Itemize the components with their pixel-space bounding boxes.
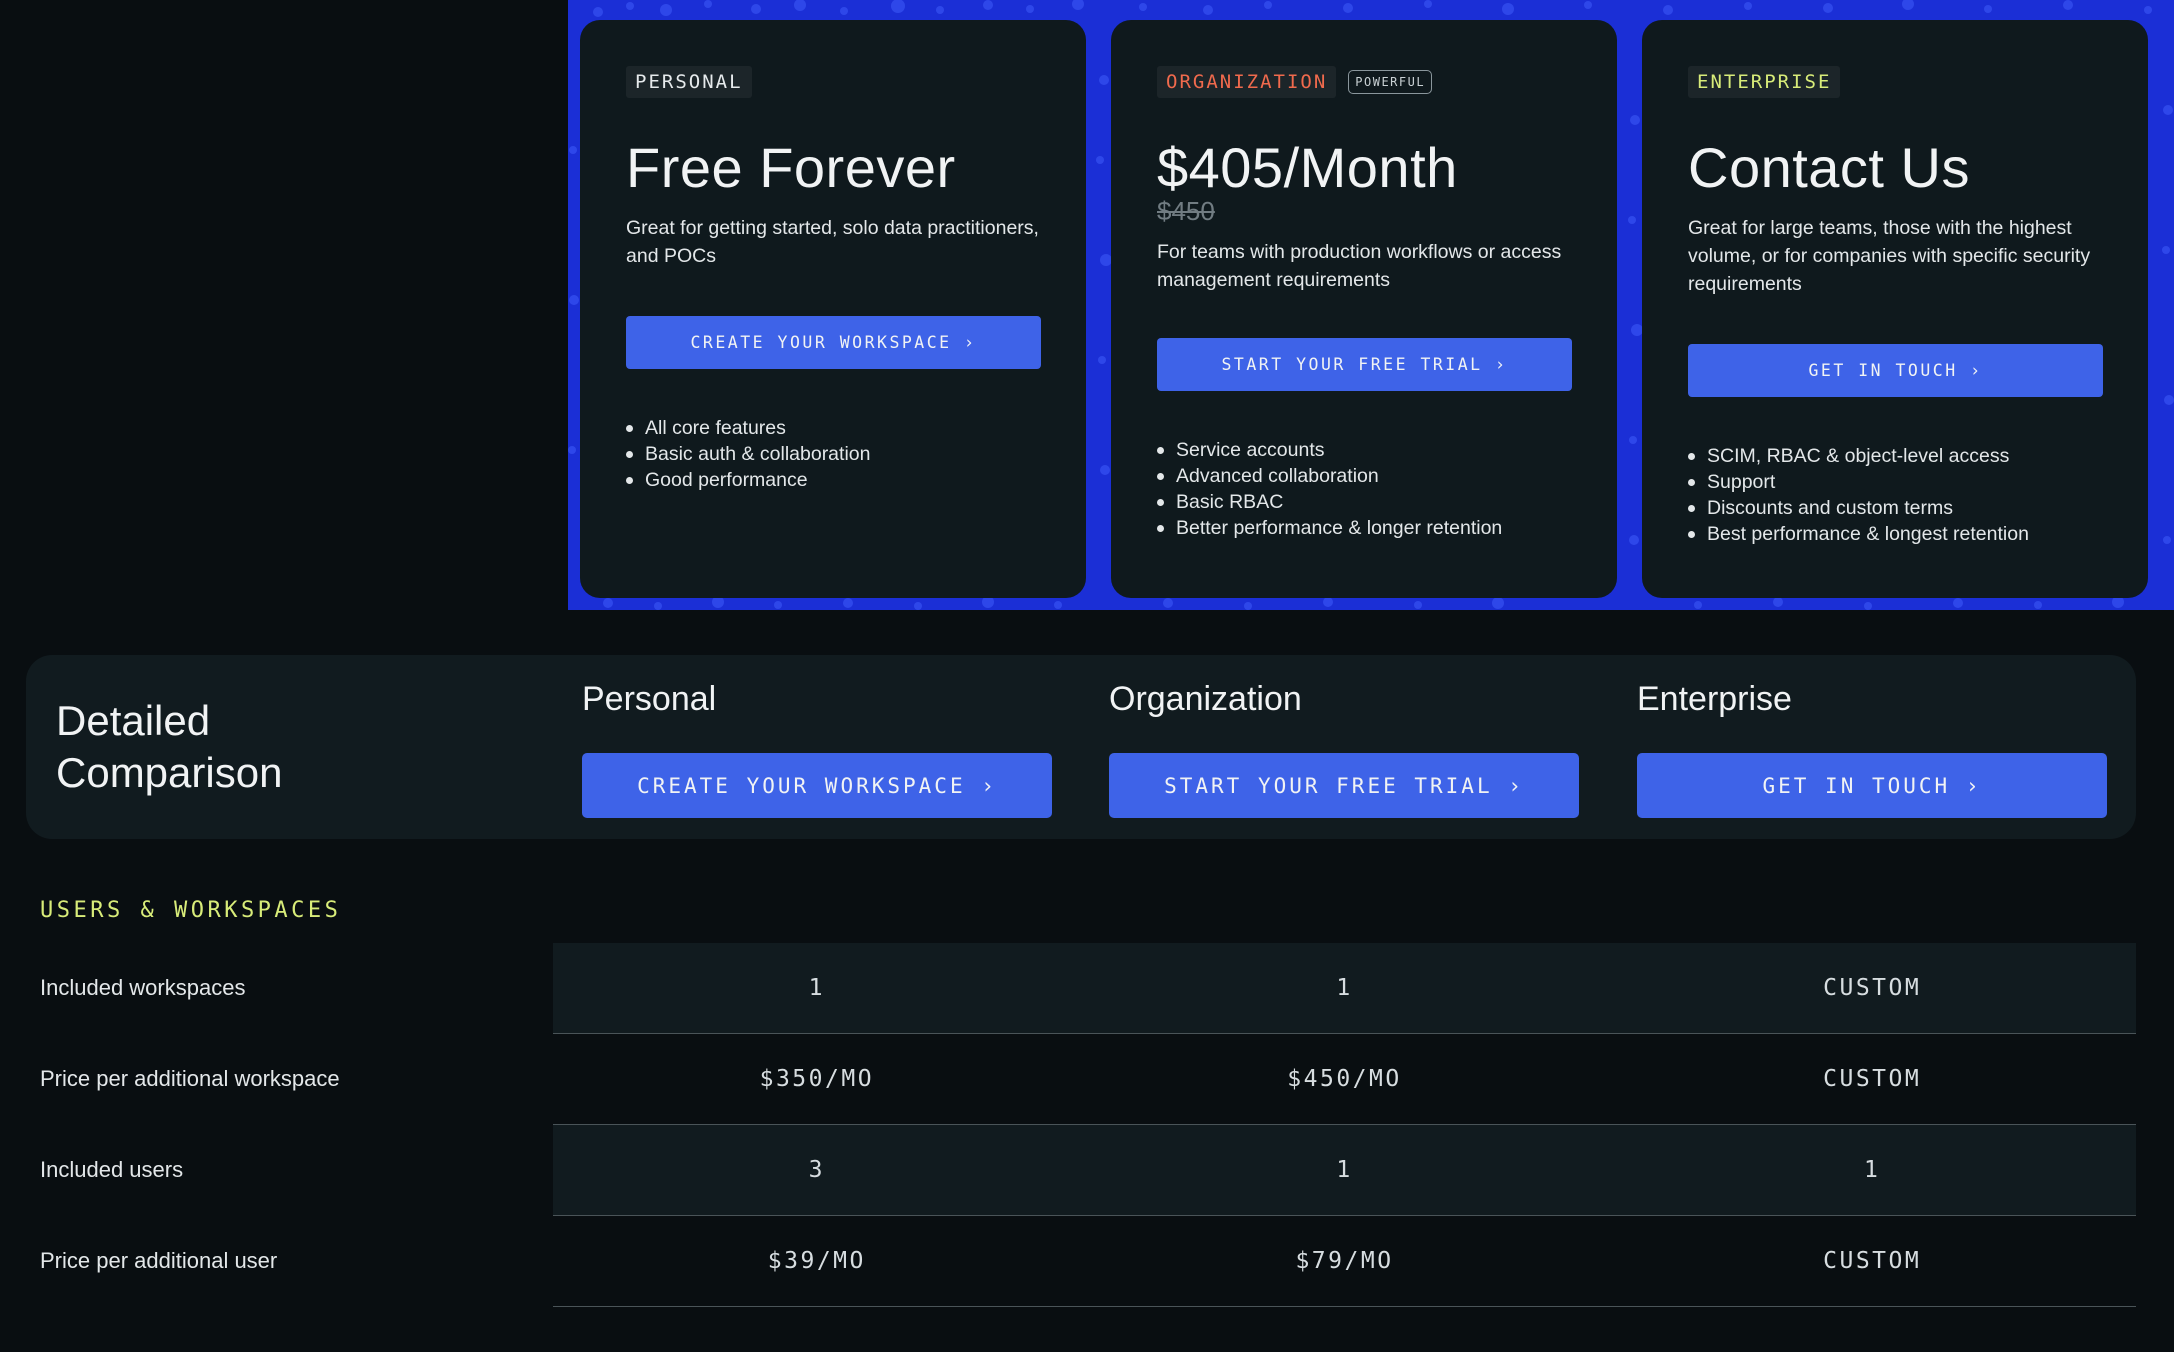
table-cell: 1 [1336, 975, 1353, 1001]
row-label: Included users [40, 1157, 184, 1182]
plan-price-title: $405/Month [1157, 136, 1458, 199]
comparison-title: Detailed Comparison [56, 697, 283, 796]
table-row: Included users 3 1 1 [0, 1125, 2174, 1216]
table-cell: $350/MO [759, 1066, 875, 1092]
feature-item: Discounts and custom terms [1688, 495, 2102, 521]
pricing-banner: PERSONAL Free Forever Great for getting … [568, 0, 2174, 610]
start-free-trial-button[interactable]: START YOUR FREE TRIAL › [1157, 338, 1572, 391]
plan-description: For teams with production workflows or a… [1157, 241, 1562, 291]
plan-description: Great for large teams, those with the hi… [1688, 217, 2091, 295]
plan-price-title: Contact Us [1688, 136, 1970, 199]
comparison-column-personal: Personal CREATE YOUR WORKSPACE › [582, 677, 1052, 818]
comparison-column-organization: Organization START YOUR FREE TRIAL › [1109, 677, 1579, 818]
row-label: Price per additional user [40, 1248, 278, 1273]
table-cell: CUSTOM [1823, 1248, 1922, 1274]
section-heading-users-workspaces: USERS & WORKSPACES [40, 898, 342, 923]
table-cell: CUSTOM [1823, 975, 1922, 1001]
comparison-plan-name: Personal [582, 680, 717, 718]
plan-tag-organization: ORGANIZATION [1157, 66, 1337, 98]
plan-description: Great for getting started, solo data pra… [626, 217, 1039, 267]
comparison-column-enterprise: Enterprise GET IN TOUCH › [1637, 677, 2107, 818]
feature-item: Service accounts [1157, 437, 1571, 463]
row-label: Included workspaces [40, 975, 246, 1000]
feature-item: Best performance & longest retention [1688, 521, 2102, 547]
comparison-table: Included workspaces 1 1 CUSTOM Price per… [0, 943, 2174, 1307]
create-workspace-button[interactable]: CREATE YOUR WORKSPACE › [626, 316, 1041, 369]
plan-card-enterprise: ENTERPRISE Contact Us Great for large te… [1642, 20, 2148, 598]
feature-item: Good performance [626, 467, 1040, 493]
comparison-header: Detailed Comparison Personal CREATE YOUR… [26, 655, 2136, 839]
powerful-badge: POWERFUL [1348, 70, 1433, 94]
comparison-plan-name: Enterprise [1637, 680, 1792, 718]
create-workspace-button[interactable]: CREATE YOUR WORKSPACE › [582, 753, 1052, 818]
plan-card-personal: PERSONAL Free Forever Great for getting … [580, 20, 1086, 598]
plan-feature-list: SCIM, RBAC & object-level access Support… [1688, 443, 2102, 547]
feature-item: All core features [626, 415, 1040, 441]
table-cell: CUSTOM [1823, 1066, 1922, 1092]
table-cell: $39/MO [767, 1248, 866, 1274]
feature-item: Advanced collaboration [1157, 463, 1571, 489]
get-in-touch-button[interactable]: GET IN TOUCH › [1637, 753, 2107, 818]
feature-item: Support [1688, 469, 2102, 495]
table-row: Included workspaces 1 1 CUSTOM [0, 943, 2174, 1034]
table-cell: $79/MO [1295, 1248, 1394, 1274]
comparison-plan-name: Organization [1109, 680, 1302, 718]
plan-feature-list: Service accounts Advanced collaboration … [1157, 437, 1571, 541]
table-cell: 1 [808, 975, 826, 1001]
table-row: Price per additional user $39/MO $79/MO … [0, 1216, 2174, 1307]
table-cell: 3 [808, 1157, 826, 1183]
plan-tag-enterprise: ENTERPRISE [1688, 66, 1841, 98]
original-price: $450 [1157, 196, 1215, 226]
row-label: Price per additional workspace [40, 1066, 340, 1091]
table-row: Price per additional workspace $350/MO $… [0, 1034, 2174, 1125]
plan-tag-personal: PERSONAL [626, 66, 752, 98]
table-cell: 1 [1336, 1157, 1353, 1183]
plan-feature-list: All core features Basic auth & collabora… [626, 415, 1040, 493]
plan-card-organization: ORGANIZATION POWERFUL $405/Month $450 Fo… [1111, 20, 1617, 598]
start-free-trial-button[interactable]: START YOUR FREE TRIAL › [1109, 753, 1579, 818]
feature-item: Basic auth & collaboration [626, 441, 1040, 467]
feature-item: Basic RBAC [1157, 489, 1571, 515]
plan-price-title: Free Forever [626, 136, 956, 199]
get-in-touch-button[interactable]: GET IN TOUCH › [1688, 344, 2103, 397]
feature-item: Better performance & longer retention [1157, 515, 1571, 541]
feature-item: SCIM, RBAC & object-level access [1688, 443, 2102, 469]
table-cell: 1 [1864, 1157, 1881, 1183]
table-cell: $450/MO [1287, 1066, 1402, 1092]
